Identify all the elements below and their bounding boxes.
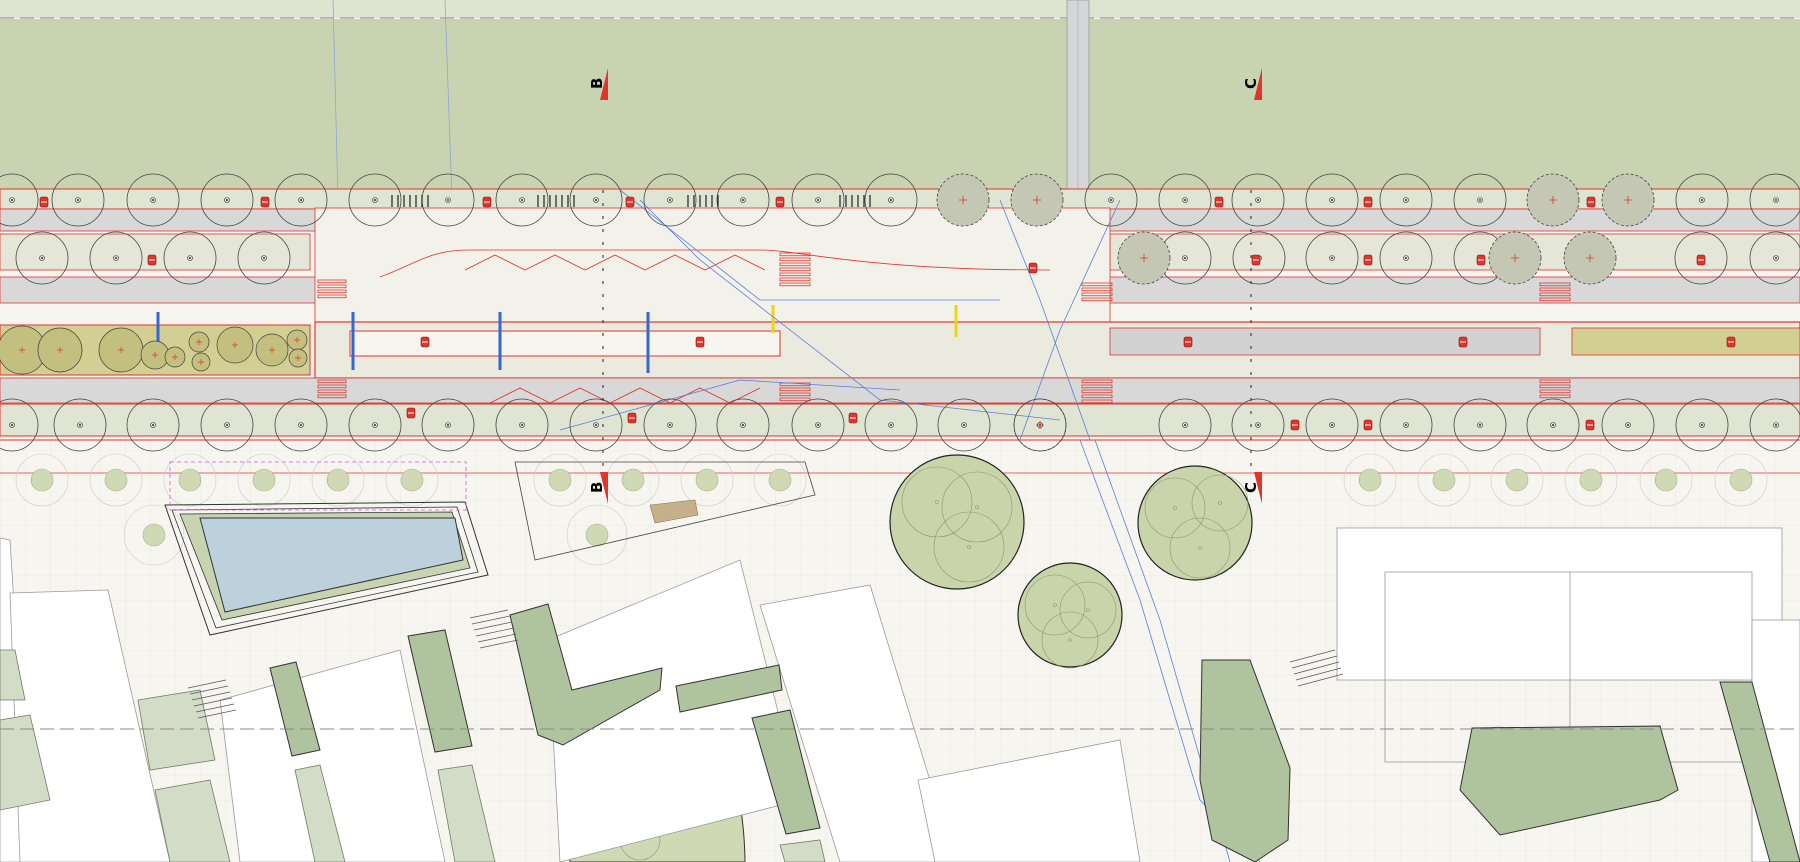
tree-symbol-icon bbox=[1488, 231, 1542, 285]
tree-symbol-icon bbox=[1601, 173, 1655, 227]
top-lawn bbox=[0, 19, 1800, 189]
site-plan-canvas: B C B C bbox=[0, 0, 1800, 862]
lower-lane bbox=[0, 377, 1800, 404]
section-c-label-top: C bbox=[1242, 78, 1260, 89]
tree-symbol-icon bbox=[1117, 231, 1171, 285]
tree-symbol-icon bbox=[1563, 231, 1617, 285]
median-grey-lane bbox=[1109, 327, 1541, 356]
tree-symbol-icon bbox=[936, 173, 990, 227]
section-c-label-bottom: C bbox=[1242, 482, 1260, 493]
section-b-label-top: B bbox=[588, 78, 606, 89]
median-planting-right bbox=[1571, 327, 1800, 356]
lower-tree-strip bbox=[0, 403, 1800, 437]
section-b-label-bottom: B bbox=[588, 482, 606, 493]
median-platform bbox=[349, 330, 781, 357]
tree-symbol-icon bbox=[1526, 173, 1580, 227]
tree-symbol-icon bbox=[1010, 173, 1064, 227]
top-lawn-edge bbox=[0, 0, 1800, 18]
site-plan-drawing: B C B C bbox=[0, 0, 1800, 862]
